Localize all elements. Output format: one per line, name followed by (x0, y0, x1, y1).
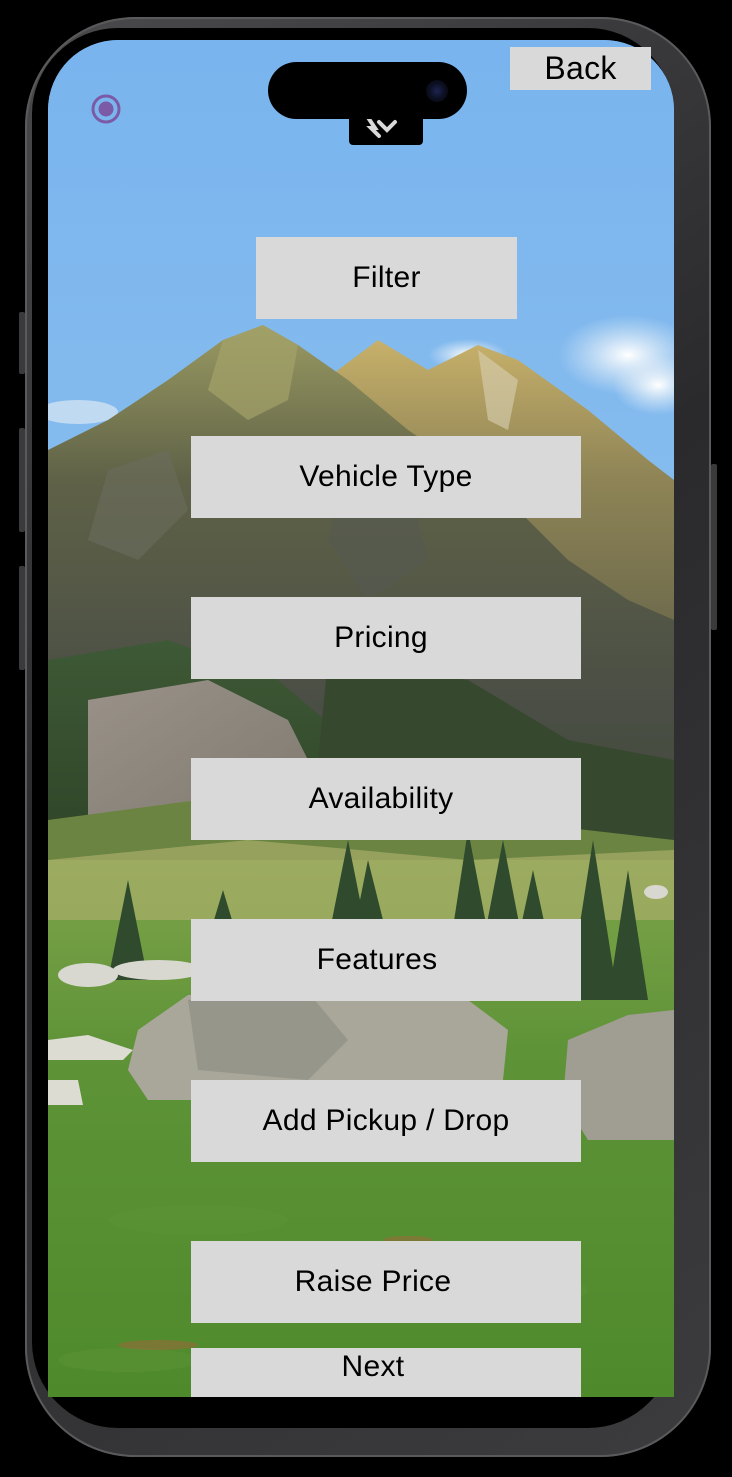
filter-button[interactable]: Filter (256, 237, 517, 319)
pricing-button[interactable]: Pricing (191, 597, 581, 679)
volume-down-button (19, 566, 25, 670)
vehicle-type-button[interactable]: Vehicle Type (191, 436, 581, 518)
availability-button[interactable]: Availability (191, 758, 581, 840)
power-button (711, 464, 717, 630)
add-pickup-drop-button[interactable]: Add Pickup / Drop (191, 1080, 581, 1162)
next-button[interactable]: Next (191, 1348, 581, 1397)
back-button[interactable]: Back (510, 47, 651, 90)
action-button (19, 312, 25, 374)
volume-up-button (19, 428, 25, 532)
radio-icon[interactable] (90, 93, 122, 125)
next-button-label: Next (341, 1350, 405, 1383)
features-button[interactable]: Features (191, 919, 581, 1001)
raise-price-button[interactable]: Raise Price (191, 1241, 581, 1323)
front-camera (426, 80, 448, 102)
